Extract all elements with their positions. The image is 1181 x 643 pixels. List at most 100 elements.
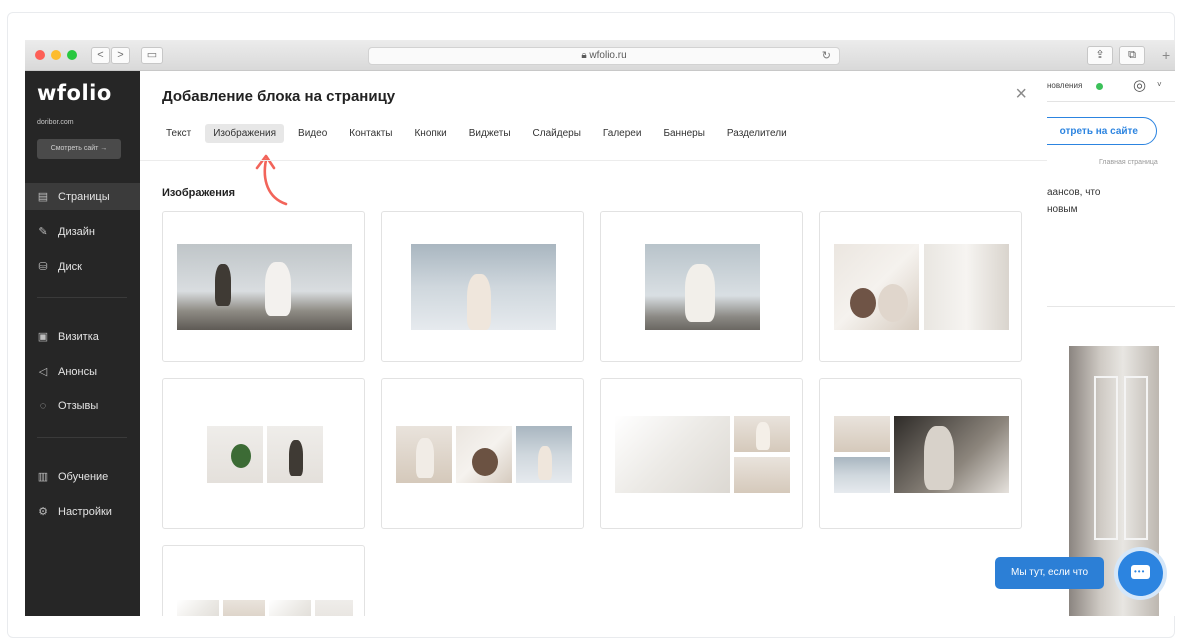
sidebar-divider	[37, 297, 127, 298]
tab-widgets[interactable]: Виджеты	[461, 124, 519, 143]
close-icon[interactable]: ×	[1015, 83, 1027, 106]
annotation-arrow-icon	[255, 154, 288, 206]
breadcrumb[interactable]: Главная страница	[1099, 159, 1158, 166]
modal-title: Добавление блока на страницу	[162, 88, 396, 105]
preview-image	[834, 457, 890, 493]
preview-image	[411, 244, 556, 330]
tab-images[interactable]: Изображения	[205, 124, 285, 143]
tab-banners[interactable]: Баннеры	[655, 124, 712, 143]
tab-buttons[interactable]: Кнопки	[406, 124, 454, 143]
image-block-option[interactable]	[600, 211, 803, 362]
sidebar-item-pages[interactable]: ▤ Страницы	[37, 190, 110, 204]
update-status-text: новления	[1047, 81, 1083, 90]
tab-video[interactable]: Видео	[290, 124, 335, 143]
site-domain: doribor.com	[37, 119, 74, 126]
browser-window: < > ▭ 🔒︎ wfolio.ru ↻ ⇪ ⧉ + wfolio doribo…	[25, 40, 1175, 616]
reload-icon[interactable]: ↻	[822, 48, 831, 64]
background-text: аансов, что новым	[1047, 184, 1100, 218]
background-text-line: аансов, что	[1047, 187, 1101, 198]
sidebar-item-label: Визитка	[58, 330, 99, 343]
tabs-overview-icon[interactable]: ⧉	[1119, 46, 1145, 65]
sidebar-item-card[interactable]: ▣ Визитка	[37, 330, 99, 344]
address-bar[interactable]: 🔒︎ wfolio.ru ↻	[368, 47, 840, 65]
book-icon: ▥	[37, 471, 49, 483]
preview-image	[734, 457, 790, 493]
image-block-option[interactable]	[162, 378, 365, 529]
sidebar-item-announcements[interactable]: ◁ Анонсы	[37, 365, 98, 379]
sidebar-item-label: Дизайн	[58, 225, 95, 238]
preview-image	[267, 426, 323, 483]
preview-image	[456, 426, 512, 483]
section-heading: Изображения	[162, 187, 236, 199]
image-block-option[interactable]	[600, 378, 803, 529]
tab-text[interactable]: Текст	[158, 124, 199, 143]
preview-image	[396, 426, 452, 483]
preview-image	[924, 244, 1009, 330]
share-icon[interactable]: ⇪	[1087, 46, 1113, 65]
megaphone-icon: ◁	[38, 366, 48, 378]
preview-image	[269, 600, 311, 616]
preview-image	[177, 244, 352, 330]
sidebar-toggle-icon[interactable]: ▭	[141, 47, 163, 64]
preview-image	[834, 244, 919, 330]
image-block-option[interactable]	[819, 211, 1022, 362]
sidebar-item-label: Анонсы	[58, 365, 98, 378]
preview-image	[734, 416, 790, 452]
tab-dividers[interactable]: Разделители	[719, 124, 795, 143]
sidebar-item-settings[interactable]: ⚙ Настройки	[37, 505, 112, 519]
tab-galleries[interactable]: Галереи	[595, 124, 650, 143]
image-block-option[interactable]	[162, 545, 365, 616]
sidebar-item-label: Отзывы	[58, 400, 99, 412]
forward-button[interactable]: >	[111, 47, 130, 64]
preview-image	[177, 600, 219, 616]
gear-icon: ⚙	[38, 506, 48, 518]
chat-button[interactable]: •••	[1118, 551, 1163, 596]
back-button[interactable]: <	[91, 47, 110, 64]
close-window-button[interactable]	[35, 50, 45, 60]
maximize-window-button[interactable]	[67, 50, 77, 60]
preview-image	[834, 416, 890, 452]
chat-prompt-label[interactable]: Мы тут, если что	[995, 557, 1104, 589]
preview-image	[645, 244, 760, 330]
user-avatar-icon[interactable]: ◎	[1133, 76, 1146, 94]
background-divider	[1047, 306, 1175, 307]
minimize-window-button[interactable]	[51, 50, 61, 60]
card-icon: ▣	[37, 331, 49, 343]
background-text-line: новым	[1047, 204, 1078, 215]
sidebar-divider	[37, 437, 127, 438]
browser-toolbar: < > ▭ 🔒︎ wfolio.ru ↻ ⇪ ⧉ +	[25, 40, 1175, 71]
sidebar-item-label: Настройки	[58, 505, 112, 518]
image-block-option[interactable]	[381, 378, 584, 529]
preview-image	[223, 600, 265, 616]
preview-image	[516, 426, 572, 483]
tab-sliders[interactable]: Слайдеры	[525, 124, 589, 143]
chevron-down-icon[interactable]: ˅	[1157, 80, 1162, 89]
view-site-button[interactable]: Смотреть сайт →	[37, 139, 121, 159]
sidebar-item-learning[interactable]: ▥ Обучение	[37, 470, 109, 484]
image-block-option[interactable]	[381, 211, 584, 362]
logo: wfolio	[37, 81, 112, 105]
preview-image	[615, 416, 730, 493]
view-on-site-button[interactable]: отреть на сайте	[1047, 117, 1157, 145]
sidebar-item-disk[interactable]: ⛁ Диск	[37, 260, 82, 274]
add-block-modal: Добавление блока на страницу × Текст Изо…	[140, 71, 1047, 616]
url-text: wfolio.ru	[589, 50, 627, 61]
image-block-option[interactable]	[819, 378, 1022, 529]
new-tab-icon[interactable]: +	[1162, 47, 1170, 63]
sidebar-item-reviews[interactable]: ◌ Отзывы	[37, 400, 99, 412]
sidebar-item-label: Диск	[58, 260, 82, 273]
sidebar-item-design[interactable]: ✎ Дизайн	[37, 225, 95, 239]
chat-icon: ◌	[39, 400, 47, 412]
preview-image	[207, 426, 263, 483]
image-block-option[interactable]	[162, 211, 365, 362]
brush-icon: ✎	[38, 226, 48, 238]
sidebar-item-label: Страницы	[58, 190, 110, 203]
background-page: новления ◎ ˅ отреть на сайте Главная стр…	[1047, 71, 1175, 616]
disk-icon: ⛁	[38, 261, 48, 273]
page-icon: ▤	[37, 191, 49, 203]
app-sidebar: wfolio doribor.com Смотреть сайт → ▤ Стр…	[25, 71, 140, 616]
status-dot-icon	[1096, 83, 1103, 90]
sidebar-item-label: Обучение	[58, 470, 109, 483]
background-topbar: новления ◎ ˅	[1047, 71, 1175, 102]
tab-contacts[interactable]: Контакты	[341, 124, 400, 143]
